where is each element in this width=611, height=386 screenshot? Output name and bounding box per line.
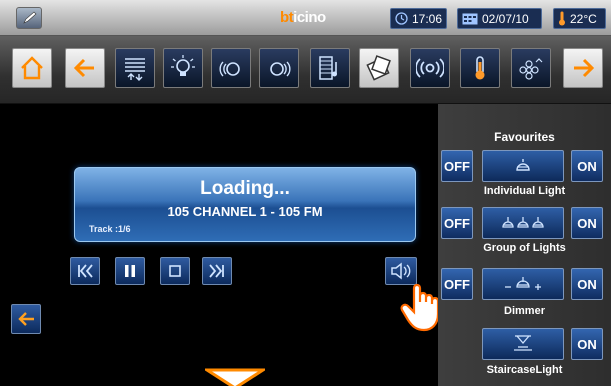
previous-button[interactable] bbox=[70, 257, 100, 285]
scroll-down-icon[interactable] bbox=[205, 366, 265, 386]
temperature-button[interactable] bbox=[460, 48, 500, 88]
shutters-icon bbox=[125, 58, 145, 81]
staircase-light-label: StaircaseLight bbox=[486, 364, 563, 376]
favourites-panel: Favourites OFF ON Individual Light OFF O… bbox=[438, 104, 611, 386]
staircase-light-button[interactable] bbox=[482, 328, 564, 360]
dimmer-label: Dimmer bbox=[504, 305, 545, 317]
on-label: ON bbox=[577, 336, 597, 352]
brand-part-1: bt bbox=[280, 9, 294, 26]
status-bar: bticino 17:06 02/07/10 22°C bbox=[0, 0, 611, 36]
back-arrow-icon bbox=[73, 58, 94, 78]
off-label: OFF bbox=[444, 215, 470, 231]
lighting-button[interactable] bbox=[163, 48, 203, 88]
dimmer-icon bbox=[505, 277, 541, 290]
date-display: 02/07/10 bbox=[457, 8, 542, 29]
individual-light-off-button[interactable]: OFF bbox=[441, 150, 473, 182]
music-icon bbox=[319, 56, 337, 80]
dimmer-button[interactable] bbox=[482, 268, 564, 300]
group-of-lights-label: Group of Lights bbox=[483, 242, 566, 254]
stop-button[interactable] bbox=[160, 257, 190, 285]
favourites-title: Favourites bbox=[494, 130, 555, 144]
brand-part-2: icino bbox=[293, 9, 326, 26]
back-button[interactable] bbox=[65, 48, 105, 88]
shutters-button[interactable] bbox=[115, 48, 155, 88]
pen-icon bbox=[23, 11, 37, 24]
back-small-button[interactable] bbox=[11, 304, 41, 334]
home-button[interactable] bbox=[12, 48, 52, 88]
time-text: 17:06 bbox=[412, 11, 443, 26]
group-lights-icon bbox=[502, 217, 544, 228]
player-display: Loading... 105 CHANNEL 1 - 105 FM Track … bbox=[74, 167, 416, 242]
main-panel: Loading... 105 CHANNEL 1 - 105 FM Track … bbox=[0, 104, 440, 386]
staircase-light-icon bbox=[514, 335, 532, 351]
scenarios-button[interactable] bbox=[359, 48, 399, 88]
brand-logo: bticino bbox=[280, 9, 326, 26]
on-label: ON bbox=[577, 158, 597, 174]
main-toolbar bbox=[0, 36, 611, 104]
dimmer-on-button[interactable]: ON bbox=[571, 268, 603, 300]
music-button[interactable] bbox=[310, 48, 350, 88]
group-of-lights-button[interactable] bbox=[482, 207, 564, 239]
lighting-group-button[interactable] bbox=[259, 48, 299, 88]
garden-light-icon bbox=[519, 58, 543, 80]
group-of-lights-off-button[interactable]: OFF bbox=[441, 207, 473, 239]
group-of-lights-on-button[interactable]: ON bbox=[571, 207, 603, 239]
player-status: Loading... bbox=[200, 178, 290, 199]
individual-light-button[interactable] bbox=[482, 150, 564, 182]
skip-forward-icon bbox=[209, 264, 224, 278]
dimmer-off-button[interactable]: OFF bbox=[441, 268, 473, 300]
light-bulb-icon bbox=[171, 55, 195, 76]
track-counter: Track :1/6 bbox=[89, 224, 131, 234]
radio-waves-icon bbox=[416, 58, 444, 78]
forward-button[interactable] bbox=[563, 48, 603, 88]
forward-arrow-icon bbox=[574, 58, 595, 78]
stop-icon bbox=[169, 265, 181, 277]
pause-icon bbox=[125, 265, 135, 277]
thermometer-small-icon bbox=[559, 11, 565, 26]
pause-button[interactable] bbox=[115, 257, 145, 285]
lighting-group-icon bbox=[270, 61, 291, 77]
back-arrow-icon bbox=[18, 312, 34, 326]
staircase-light-on-button[interactable]: ON bbox=[571, 328, 603, 360]
off-label: OFF bbox=[444, 276, 470, 292]
on-label: ON bbox=[577, 276, 597, 292]
individual-light-on-button[interactable]: ON bbox=[571, 150, 603, 182]
light-icon bbox=[516, 159, 530, 171]
skip-back-icon bbox=[78, 264, 93, 278]
lighting-scene-icon bbox=[219, 61, 240, 77]
on-label: ON bbox=[577, 215, 597, 231]
temperature-display: 22°C bbox=[553, 8, 606, 29]
off-label: OFF bbox=[444, 158, 470, 174]
next-button[interactable] bbox=[202, 257, 232, 285]
individual-light-label: Individual Light bbox=[483, 185, 566, 197]
date-text: 02/07/10 bbox=[482, 11, 529, 26]
edit-pen-button[interactable] bbox=[16, 7, 42, 29]
lighting-scene-button[interactable] bbox=[211, 48, 251, 88]
radio-button[interactable] bbox=[410, 48, 450, 88]
thermometer-icon bbox=[475, 56, 485, 80]
scenarios-icon bbox=[366, 55, 391, 81]
clock-icon bbox=[395, 12, 408, 25]
clock-display: 17:06 bbox=[390, 8, 447, 29]
home-icon bbox=[21, 56, 43, 80]
garden-light-button[interactable] bbox=[511, 48, 551, 88]
calendar-icon bbox=[462, 13, 478, 24]
station-name: 105 CHANNEL 1 - 105 FM bbox=[167, 204, 323, 219]
temperature-text: 22°C bbox=[570, 11, 597, 26]
